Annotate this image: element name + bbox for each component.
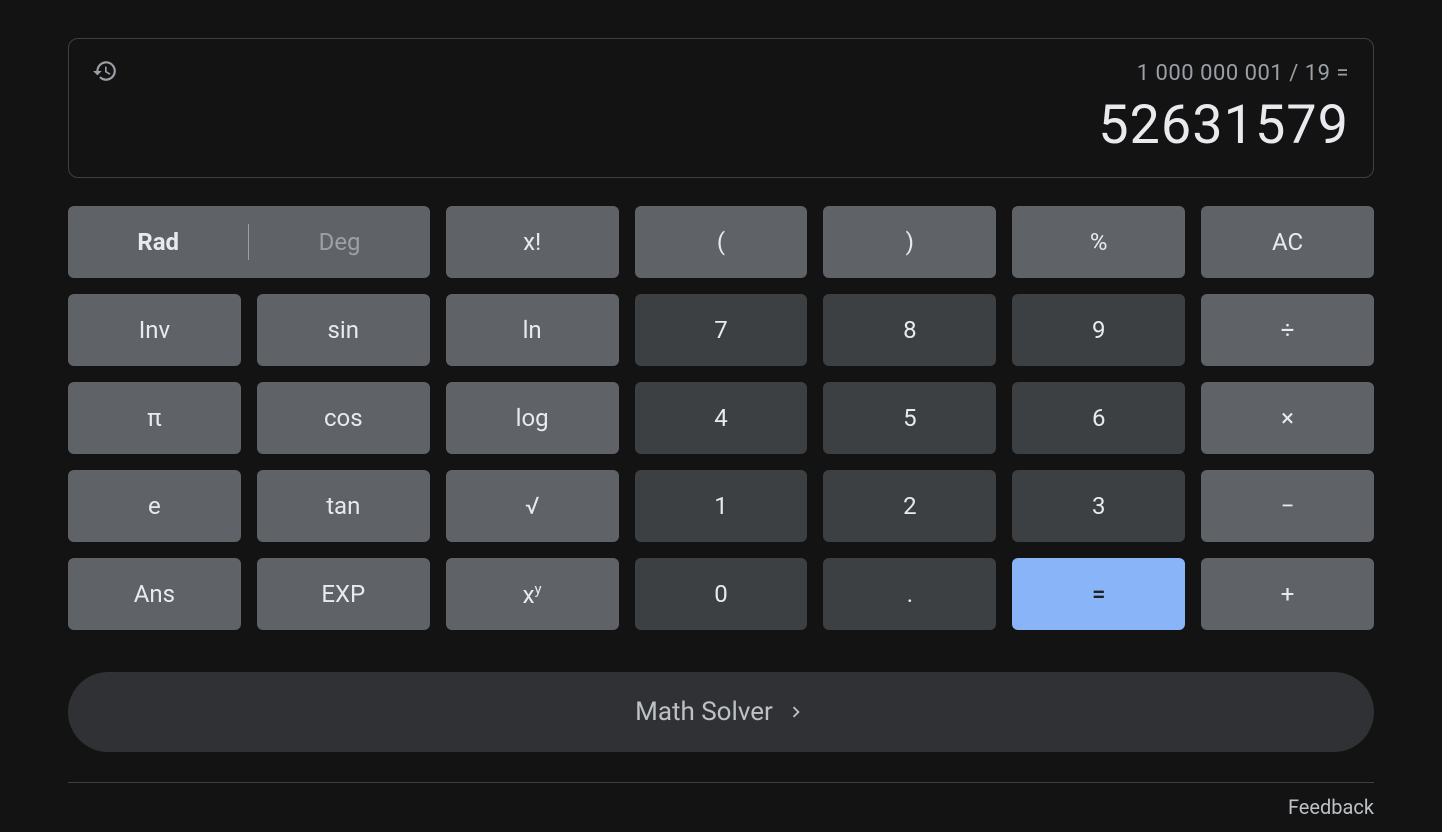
seven-button[interactable]: 7 — [635, 294, 808, 366]
three-button[interactable]: 3 — [1012, 470, 1185, 542]
zero-button[interactable]: 0 — [635, 558, 808, 630]
four-button[interactable]: 4 — [635, 382, 808, 454]
rad-label: Rad — [68, 206, 248, 278]
history-icon[interactable] — [91, 57, 119, 85]
keypad: Rad Deg x! ( ) % AC Inv sin ln 7 8 9 ÷ π… — [68, 206, 1374, 630]
sin-button[interactable]: sin — [257, 294, 430, 366]
divide-button[interactable]: ÷ — [1201, 294, 1374, 366]
calculator: 1 000 000 001 / 19 = 52631579 Rad Deg x!… — [68, 38, 1374, 819]
angle-mode-toggle[interactable]: Rad Deg — [68, 206, 430, 278]
eight-button[interactable]: 8 — [823, 294, 996, 366]
ln-button[interactable]: ln — [446, 294, 619, 366]
cos-button[interactable]: cos — [257, 382, 430, 454]
deg-label: Deg — [249, 206, 429, 278]
xy-label: xy — [523, 580, 542, 609]
e-button[interactable]: e — [68, 470, 241, 542]
plus-button[interactable]: + — [1201, 558, 1374, 630]
ans-button[interactable]: Ans — [68, 558, 241, 630]
sqrt-button[interactable]: √ — [446, 470, 619, 542]
five-button[interactable]: 5 — [823, 382, 996, 454]
math-solver-button[interactable]: Math Solver — [68, 672, 1374, 752]
one-button[interactable]: 1 — [635, 470, 808, 542]
nine-button[interactable]: 9 — [1012, 294, 1185, 366]
pi-button[interactable]: π — [68, 382, 241, 454]
log-button[interactable]: log — [446, 382, 619, 454]
tan-button[interactable]: tan — [257, 470, 430, 542]
percent-button[interactable]: % — [1012, 206, 1185, 278]
inv-button[interactable]: Inv — [68, 294, 241, 366]
six-button[interactable]: 6 — [1012, 382, 1185, 454]
expression-text: 1 000 000 001 / 19 = — [93, 61, 1349, 86]
lparen-button[interactable]: ( — [635, 206, 808, 278]
minus-button[interactable]: − — [1201, 470, 1374, 542]
power-button[interactable]: xy — [446, 558, 619, 630]
two-button[interactable]: 2 — [823, 470, 996, 542]
multiply-button[interactable]: × — [1201, 382, 1374, 454]
result-text: 52631579 — [93, 94, 1349, 157]
display-content: 1 000 000 001 / 19 = 52631579 — [93, 55, 1349, 157]
exp-button[interactable]: EXP — [257, 558, 430, 630]
factorial-button[interactable]: x! — [446, 206, 619, 278]
dot-button[interactable]: . — [823, 558, 996, 630]
feedback-link[interactable]: Feedback — [1288, 795, 1374, 819]
footer: Feedback — [68, 782, 1374, 819]
equals-button[interactable]: = — [1012, 558, 1185, 630]
ac-button[interactable]: AC — [1201, 206, 1374, 278]
chevron-right-icon — [785, 701, 807, 723]
display-panel: 1 000 000 001 / 19 = 52631579 — [68, 38, 1374, 178]
rparen-button[interactable]: ) — [823, 206, 996, 278]
math-solver-label: Math Solver — [635, 697, 773, 727]
